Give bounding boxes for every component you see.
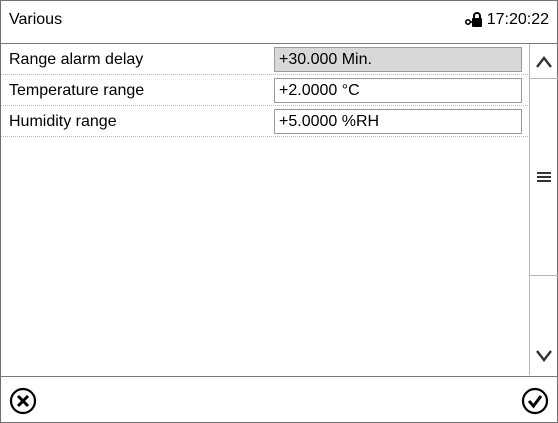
- scroll-up-button[interactable]: [530, 48, 558, 76]
- clock-time: 17:20:22: [486, 11, 549, 28]
- confirm-button[interactable]: [519, 385, 551, 417]
- range-alarm-delay-field[interactable]: +30.000 Min.: [274, 47, 522, 72]
- cancel-button[interactable]: [7, 385, 39, 417]
- parameter-list: Range alarm delay +30.000 Min. Temperatu…: [1, 44, 528, 375]
- settings-window: Various 17:20:22 Range alarm delay +30.0…: [0, 0, 558, 423]
- menu-icon: [537, 172, 551, 182]
- row-label: Range alarm delay: [9, 51, 144, 68]
- status-area: 17:20:22: [464, 11, 549, 29]
- scrollbar[interactable]: [529, 44, 558, 375]
- title-bar: Various 17:20:22: [1, 1, 557, 44]
- humidity-range-field[interactable]: +5.0000 %RH: [274, 109, 522, 134]
- lock-icon: [464, 12, 482, 27]
- footer-bar: [1, 376, 557, 423]
- row-temperature-range: Temperature range +2.0000 °C: [1, 75, 528, 106]
- close-circle-icon: [9, 387, 37, 415]
- chevron-up-icon: [536, 56, 552, 68]
- temperature-range-field[interactable]: +2.0000 °C: [274, 78, 522, 103]
- row-label: Humidity range: [9, 113, 117, 130]
- scroll-thumb[interactable]: [530, 78, 558, 276]
- check-circle-icon: [521, 387, 549, 415]
- scroll-down-button[interactable]: [530, 342, 558, 370]
- chevron-down-icon: [536, 350, 552, 362]
- page-title: Various: [9, 11, 63, 28]
- row-humidity-range: Humidity range +5.0000 %RH: [1, 106, 528, 137]
- row-range-alarm-delay: Range alarm delay +30.000 Min.: [1, 44, 528, 75]
- row-label: Temperature range: [9, 82, 145, 99]
